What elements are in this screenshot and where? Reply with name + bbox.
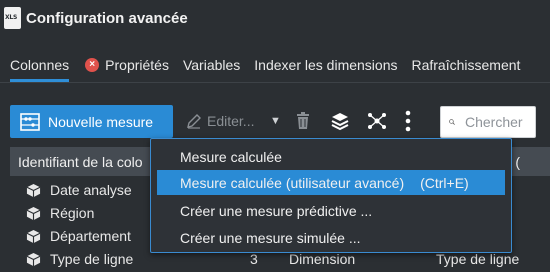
tab-indexer-dimensions[interactable]: Indexer les dimensions [254, 51, 397, 82]
tab-bar: Colonnes × Propriétés Variables Indexer … [0, 51, 550, 83]
row-kind: Dimension [289, 251, 356, 267]
new-measure-button[interactable]: Nouvelle mesure [10, 105, 173, 138]
menu-item-shortcut: (Ctrl+E) [420, 174, 469, 191]
delete-button[interactable] [296, 112, 310, 130]
new-measure-dropdown-menu: Mesure calculée Mesure calculée (utilisa… [150, 138, 512, 253]
row-name: Région [50, 205, 95, 221]
cube-icon [26, 206, 41, 221]
column-header-identifier[interactable]: Identifiant de la colo [18, 154, 143, 170]
search-input[interactable] [465, 114, 535, 130]
pencil-icon [187, 114, 201, 129]
tab-proprietes[interactable]: × Propriétés [85, 51, 169, 82]
cube-icon [26, 252, 41, 267]
network-button[interactable] [367, 111, 387, 131]
error-icon: × [85, 58, 100, 72]
menu-item-simulated-measure[interactable]: Créer une mesure simulée ... [157, 225, 505, 250]
tab-colonnes[interactable]: Colonnes [10, 51, 70, 82]
tab-indexer-dimensions-label: Indexer les dimensions [254, 57, 398, 73]
cube-icon [26, 229, 41, 244]
tab-variables-label: Variables [182, 57, 241, 73]
new-measure-label: Nouvelle mesure [48, 113, 154, 130]
menu-item-calculated-measure[interactable]: Mesure calculée [157, 144, 505, 169]
row-type: Type de ligne [436, 251, 520, 267]
menu-item-label: Créer une mesure prédictive ... [180, 202, 373, 219]
layers-button[interactable] [330, 111, 350, 131]
row-name: Département [50, 228, 131, 244]
search-box[interactable] [440, 106, 536, 138]
edit-label: Editer... [207, 113, 255, 129]
tab-proprietes-label: Propriétés [105, 57, 169, 73]
row-index: 3 [250, 251, 258, 267]
menu-item-label: Créer une mesure simulée ... [180, 229, 361, 246]
edit-dropdown-caret-icon[interactable]: ▼ [270, 115, 281, 127]
tab-variables[interactable]: Variables [183, 51, 240, 82]
title-bar: XLS Configuration avancée [0, 0, 550, 36]
trash-icon [297, 112, 309, 129]
xls-file-icon-label: XLS [5, 14, 18, 21]
row-name: Type de ligne [50, 251, 134, 267]
menu-item-label: Mesure calculée (utilisateur avancé) [180, 174, 405, 191]
search-icon [449, 119, 455, 125]
abacus-icon [20, 112, 40, 131]
tab-colonnes-label: Colonnes [10, 57, 70, 73]
cube-icon [26, 183, 41, 198]
window-title: Configuration avancée [26, 9, 188, 27]
menu-item-predictive-measure[interactable]: Créer une mesure prédictive ... [157, 198, 505, 223]
menu-item-calculated-measure-advanced[interactable]: Mesure calculée (utilisateur avancé) (Ct… [157, 170, 505, 195]
row-name: Date analyse [50, 182, 132, 198]
network-icon [368, 113, 386, 129]
toolbar: Nouvelle mesure Editer... ▼ [0, 105, 550, 139]
menu-item-label: Mesure calculée [180, 148, 282, 165]
tab-rafraichissement[interactable]: Rafraîchissement [411, 51, 520, 82]
more-options-button[interactable] [404, 109, 412, 133]
layers-icon [331, 113, 349, 131]
xls-file-icon: XLS [4, 7, 21, 29]
edit-button[interactable]: Editer... [186, 113, 254, 129]
tab-rafraichissement-label: Rafraîchissement [411, 57, 521, 73]
more-vertical-icon [405, 110, 411, 132]
